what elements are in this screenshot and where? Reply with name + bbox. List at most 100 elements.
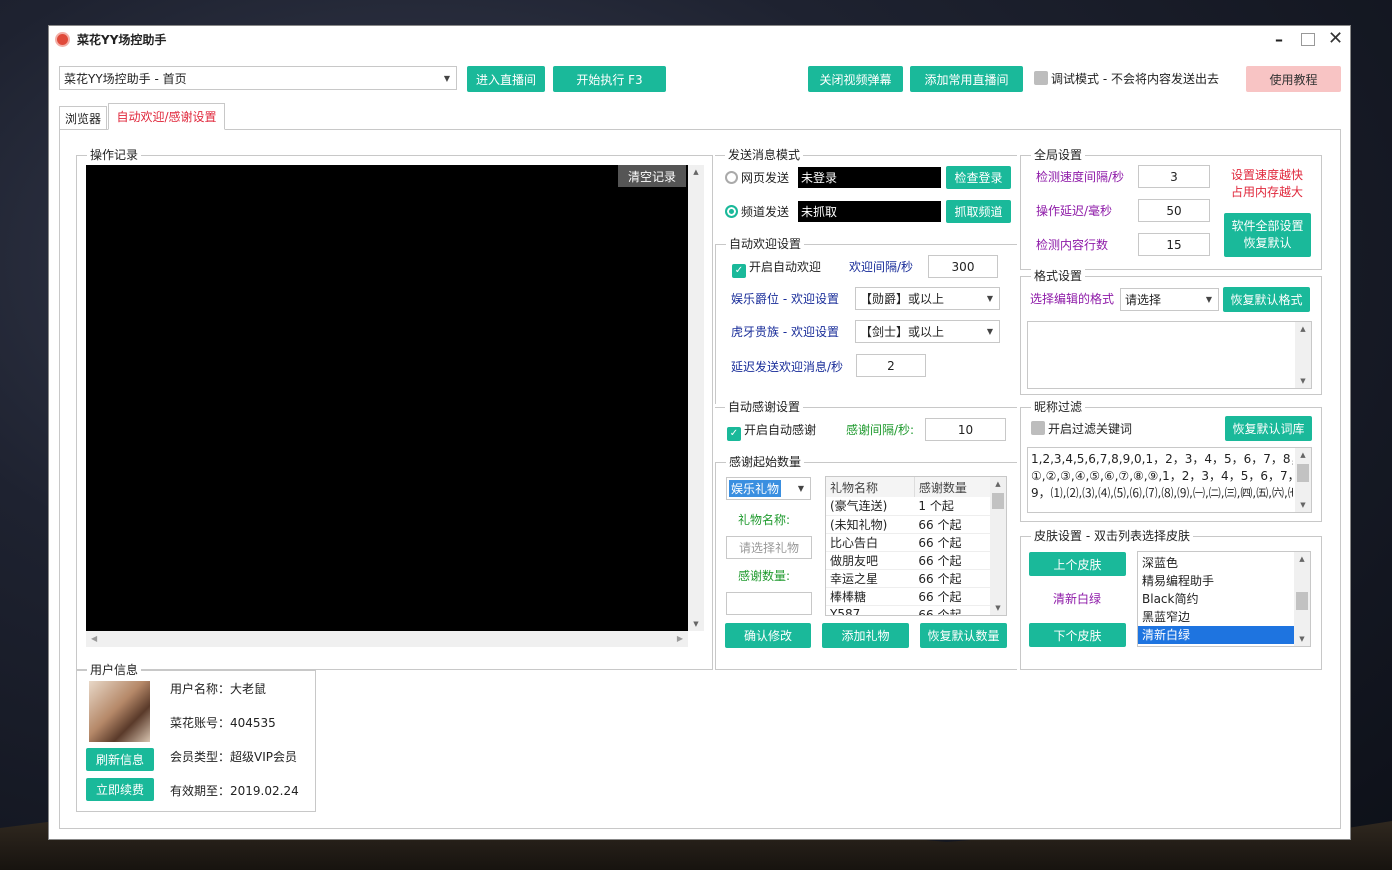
refresh-info-button[interactable]: 刷新信息 [86,748,154,771]
renew-button[interactable]: 立即续费 [86,778,154,801]
confirm-edit-button[interactable]: 确认修改 [725,623,811,648]
debug-mode-checkbox[interactable]: 调试模式 - 不会将内容发送出去 [1034,71,1219,87]
tab-label: 浏览器 [64,111,101,126]
skin-list-item[interactable]: 精易编程助手 [1138,572,1294,590]
nick-filter-checkbox[interactable]: 开启过滤关键词 [1031,421,1132,437]
speed-warning-2: 占用内存越大 [1231,185,1304,199]
gift-count-cell: 66 个起 [914,551,992,570]
reset-format-button[interactable]: 恢复默认格式 [1223,287,1310,312]
clear-log-button[interactable]: 清空记录 [618,165,686,187]
app-logo-icon [55,32,70,47]
detect-lines-input[interactable]: 15 [1138,233,1210,256]
add-gift-button[interactable]: 添加礼物 [822,623,909,648]
avatar [89,681,150,742]
gift-table-row[interactable]: 棒棒糖 66 个起 [826,587,992,606]
gift-table[interactable]: 礼物名称 感谢数量 (豪气连送) 1 个起 (未知礼物) 66 个起 比心告白 66 个起做… [825,476,1007,616]
auto-welcome-checkbox[interactable]: ✓ 开启自动欢迎 [732,259,821,278]
gift-type-select[interactable]: 娱乐礼物 ▼ [726,477,811,500]
user-name: 用户名称：大老鼠 [170,682,267,696]
channel-send-radio[interactable]: 频道发送 [725,204,789,220]
skin-list-item[interactable]: Win8 [1138,644,1294,646]
format-select[interactable]: 请选择 ▼ [1120,288,1219,311]
log-title: 操作记录 [87,148,142,162]
chevron-down-icon: ▼ [986,294,994,303]
gift-table-row[interactable]: (未知礼物) 66 个起 [826,515,992,534]
gift-name-cell: Y587 [826,605,915,615]
grab-channel-button[interactable]: 抓取频道 [946,200,1011,223]
yule-welcome-label: 娱乐爵位 - 欢迎设置 [731,292,839,306]
close-danmu-button[interactable]: 关闭视频弹幕 [808,66,903,92]
tutorial-button[interactable]: 使用教程 [1246,66,1341,92]
user-title: 用户信息 [87,663,142,677]
web-send-radio[interactable]: 网页发送 [725,170,789,186]
skin-list[interactable]: 深蓝色精易编程助手Black简约黑蓝窄边清新白绿Win8 ▲▼ [1137,551,1311,647]
gift-name-cell: 幸运之星 [826,569,915,588]
nick-words-line: ①,②,③,④,⑤,⑥,⑦,⑧,⑨,1，2，3，4，5，6，7，8， [1031,469,1293,483]
gift-count-cell: 66 个起 [914,605,992,615]
gift-table-row[interactable]: 幸运之星 66 个起 [826,569,992,588]
log-area[interactable] [86,165,688,631]
reset-count-button[interactable]: 恢复默认数量 [920,623,1007,648]
huya-welcome-select[interactable]: 【剑士】或以上 ▼ [855,320,1000,343]
gift-count-cell: 66 个起 [914,569,992,588]
channel-status: 未抓取 [798,201,941,222]
page-select[interactable]: 菜花YY场控助手 - 首页 ▼ [59,66,457,90]
gift-name-input[interactable]: 请选择礼物 [726,536,812,559]
user-account: 菜花账号：404535 [170,716,276,730]
reset-all-button[interactable]: 软件全部设置 恢复默认 [1224,213,1311,257]
gift-count-cell: 1 个起 [914,497,992,516]
tab-browser[interactable]: 浏览器 [59,106,107,129]
auto-welcome-label: 开启自动欢迎 [749,260,822,274]
thanks-interval-input[interactable]: 10 [925,418,1006,441]
log-hscrollbar[interactable]: ◀ ▶ [86,631,688,647]
window-title: 菜花YY场控助手 [77,33,167,47]
minimize-icon[interactable]: – [1275,30,1283,49]
yule-welcome-select[interactable]: 【勋爵】或以上 ▼ [855,287,1000,310]
welcome-delay-input[interactable]: 2 [856,354,926,377]
skin-list-item[interactable]: Black简约 [1138,590,1294,608]
auto-thanks-checkbox[interactable]: ✓ 开启自动感谢 [727,422,816,441]
op-delay-input[interactable]: 50 [1138,199,1210,222]
format-select-label: 选择编辑的格式 [1030,292,1115,306]
gift-name-cell: 比心告白 [826,533,915,552]
app-window: 菜花YY场控助手 – ✕ 菜花YY场控助手 - 首页 ▼ 进入直播间 开始执行 F… [48,25,1351,840]
gift-table-row[interactable]: 比心告白 66 个起 [826,533,992,552]
detect-interval-input[interactable]: 3 [1138,165,1210,188]
col-gift-name: 礼物名称 [826,477,915,497]
current-skin-label: 清新白绿 [1053,592,1102,606]
chevron-down-icon: ▼ [986,327,994,336]
send-title: 发送消息模式 [725,148,804,162]
gift-table-row[interactable]: Y587 66 个起 [826,605,992,615]
maximize-icon[interactable] [1301,33,1315,46]
gift-name-label: 礼物名称: [738,513,791,527]
check-login-button[interactable]: 检查登录 [946,166,1011,189]
log-scrollbar[interactable]: ▲ ▼ [688,165,704,631]
tab-welcome-settings[interactable]: 自动欢迎/感谢设置 [108,103,225,130]
prev-skin-button[interactable]: 上个皮肤 [1029,552,1126,576]
format-textarea[interactable]: ▲ ▼ [1027,321,1312,389]
gift-count-input[interactable] [726,592,812,615]
nick-title: 昵称过滤 [1031,400,1086,414]
next-skin-button[interactable]: 下个皮肤 [1029,623,1126,647]
add-common-live-button[interactable]: 添加常用直播间 [910,66,1023,92]
gift-table-row[interactable]: 做朋友吧 66 个起 [826,551,992,570]
enter-live-button[interactable]: 进入直播间 [467,66,545,92]
nick-words-textarea[interactable]: 1,2,3,4,5,6,7,8,9,0,1，2，3，4，5，6，7，8，9，0，… [1027,447,1312,513]
web-send-label: 网页发送 [741,171,790,185]
skin-list-item[interactable]: 黑蓝窄边 [1138,608,1294,626]
gift-table-row[interactable]: (豪气连送) 1 个起 [826,497,992,516]
close-icon[interactable]: ✕ [1328,28,1343,49]
reset-words-button[interactable]: 恢复默认词库 [1225,416,1312,441]
auto-thanks-label: 开启自动感谢 [744,423,817,437]
detect-interval-label: 检测速度间隔/秒 [1036,170,1125,184]
skin-list-item[interactable]: 清新白绿 [1138,626,1294,644]
gift-scrollbar[interactable]: ▲ ▼ [990,477,1006,615]
gift-count-cell: 66 个起 [914,533,992,552]
chevron-down-icon: ▼ [1205,295,1213,304]
skin-list-item[interactable]: 深蓝色 [1138,554,1294,572]
user-vip-type: 会员类型：超级VIP会员 [170,750,297,764]
speed-warning-1: 设置速度越快 [1231,168,1304,182]
welcome-interval-input[interactable]: 300 [928,255,998,278]
col-gift-count: 感谢数量 [914,477,993,497]
start-exec-button[interactable]: 开始执行 F3 [553,66,666,92]
